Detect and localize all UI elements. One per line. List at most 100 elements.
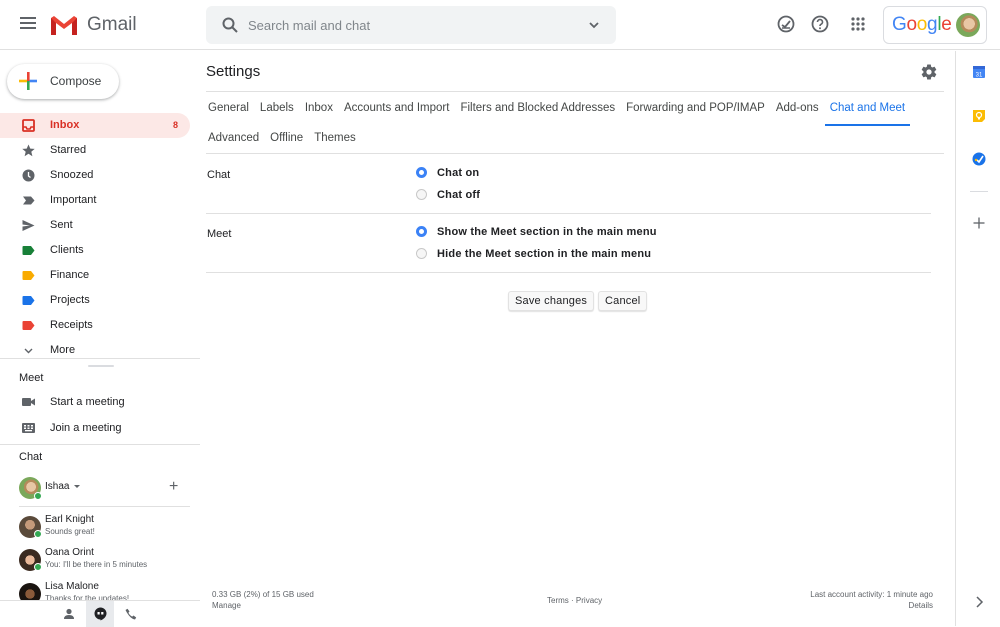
divider	[970, 191, 988, 192]
gmail-m-icon	[51, 15, 77, 35]
calendar-icon[interactable]: 31	[972, 65, 986, 79]
terms-link[interactable]: Terms	[547, 596, 569, 605]
tab-contacts[interactable]	[55, 601, 83, 627]
video-icon	[22, 398, 35, 406]
tab-conversations[interactable]	[86, 601, 114, 627]
search-bar[interactable]	[206, 6, 616, 44]
online-status-icon	[34, 492, 42, 500]
chat-contact[interactable]: Oana Orint You: I'll be there in 5 minut…	[19, 546, 199, 580]
chat-on-label[interactable]: Chat on	[437, 167, 479, 179]
chat-on-radio[interactable]	[416, 167, 427, 178]
tab-general[interactable]: General	[206, 93, 251, 123]
status-dropdown-icon[interactable]	[74, 485, 80, 488]
contact-name: Lisa Malone	[45, 581, 99, 592]
tab-labels[interactable]: Labels	[258, 93, 296, 123]
sidebar-item-receipts[interactable]: Receipts	[0, 313, 190, 338]
tab-themes[interactable]: Themes	[312, 123, 358, 153]
new-chat-plus-icon[interactable]: +	[169, 478, 178, 496]
label-icon	[22, 246, 35, 255]
online-status-icon	[34, 563, 42, 571]
compose-button[interactable]: Compose	[7, 64, 119, 99]
sidebar-item-sent[interactable]: Sent	[0, 213, 190, 238]
gear-icon[interactable]	[920, 63, 938, 81]
keep-icon[interactable]	[972, 109, 986, 123]
nav-label: Starred	[50, 144, 87, 156]
save-changes-button[interactable]: Save changes	[508, 291, 595, 311]
status-icon[interactable]	[776, 14, 796, 34]
search-icon[interactable]	[221, 16, 239, 34]
sidebar-item-finance[interactable]: Finance	[0, 263, 190, 288]
tab-forwarding-and-pop-imap[interactable]: Forwarding and POP/IMAP	[624, 93, 767, 123]
manage-storage-link[interactable]: Manage	[212, 600, 314, 611]
settings-panel: Settings General Labels Inbox Accounts a…	[206, 51, 944, 626]
help-icon[interactable]	[810, 14, 830, 34]
cancel-button[interactable]: Cancel	[598, 291, 648, 311]
phone-icon	[125, 608, 137, 620]
resize-handle[interactable]	[88, 365, 114, 367]
tab-advanced[interactable]: Advanced	[206, 123, 261, 153]
privacy-link[interactable]: Privacy	[576, 596, 602, 605]
sidebar-item-snoozed[interactable]: Snoozed	[0, 163, 190, 188]
nav-label: Inbox	[50, 119, 80, 131]
keyboard-icon	[22, 423, 35, 433]
tab-accounts-and-import[interactable]: Accounts and Import	[342, 93, 451, 123]
tasks-icon[interactable]	[972, 152, 986, 166]
add-addon-icon[interactable]	[972, 216, 986, 230]
show-meet-label[interactable]: Show the Meet section in the main menu	[437, 226, 657, 238]
meet-setting-label: Meet	[207, 228, 232, 240]
apps-icon[interactable]	[848, 14, 868, 34]
expand-panel-icon[interactable]	[972, 595, 986, 609]
tab-offline[interactable]: Offline	[268, 123, 305, 153]
contact-avatar	[19, 583, 41, 600]
contact-message: Sounds great!	[45, 527, 95, 536]
tab-calls[interactable]	[117, 601, 145, 627]
hangouts-icon	[94, 607, 106, 621]
person-icon	[64, 608, 74, 619]
hide-meet-label[interactable]: Hide the Meet section in the main menu	[437, 248, 651, 260]
divider	[206, 91, 944, 92]
sidebar-item-inbox[interactable]: Inbox 8	[0, 113, 190, 138]
join-meeting-item[interactable]: Join a meeting	[0, 416, 200, 441]
nav-label: Sent	[50, 219, 73, 231]
tab-chat-and-meet[interactable]: Chat and Meet	[824, 93, 911, 126]
tab-inbox[interactable]: Inbox	[303, 93, 335, 123]
start-meeting-item[interactable]: Start a meeting	[0, 390, 200, 415]
search-options-icon[interactable]	[588, 19, 600, 31]
top-bar: Gmail Google	[0, 0, 1000, 50]
star-icon	[22, 144, 35, 157]
chat-self-status[interactable]: Ishaa +	[19, 476, 199, 500]
search-input[interactable]	[248, 6, 568, 44]
show-meet-radio[interactable]	[416, 226, 427, 237]
chat-tabs	[0, 600, 200, 627]
chat-setting-label: Chat	[207, 169, 231, 181]
mail-nav: Inbox 8 Starred Snoozed Important Sent C…	[0, 113, 200, 363]
sidebar: Compose Inbox 8 Starred Snoozed Importan…	[0, 51, 200, 627]
chat-contact[interactable]: Lisa Malone Thanks for the updates!	[19, 580, 199, 600]
hide-meet-radio[interactable]	[416, 248, 427, 259]
google-account-button[interactable]: Google	[883, 6, 987, 44]
divider	[206, 272, 931, 273]
sidebar-item-clients[interactable]: Clients	[0, 238, 190, 263]
online-status-icon	[34, 530, 42, 538]
calendar-day: 31	[976, 73, 983, 79]
nav-label: Important	[50, 194, 97, 206]
tab-filters-and-blocked-addresses[interactable]: Filters and Blocked Addresses	[458, 93, 617, 123]
sidebar-item-more[interactable]: More	[0, 338, 190, 363]
sidebar-item-important[interactable]: Important	[0, 188, 190, 213]
last-activity: Last account activity: 1 minute ago	[810, 590, 933, 599]
meet-label: Start a meeting	[50, 396, 125, 408]
divider	[0, 358, 200, 359]
chat-contact[interactable]: Earl Knight Sounds great!	[19, 513, 199, 547]
plus-icon	[19, 72, 37, 90]
sidebar-item-starred[interactable]: Starred	[0, 138, 190, 163]
tab-add-ons[interactable]: Add-ons	[774, 93, 821, 123]
divider	[0, 444, 200, 445]
gmail-logo[interactable]: Gmail	[50, 14, 137, 36]
nav-label: Snoozed	[50, 169, 94, 181]
sidebar-item-projects[interactable]: Projects	[0, 288, 190, 313]
account-avatar[interactable]	[956, 13, 980, 37]
chat-off-radio[interactable]	[416, 189, 427, 200]
menu-icon[interactable]	[20, 17, 36, 31]
details-link[interactable]: Details	[810, 600, 933, 611]
chat-off-label[interactable]: Chat off	[437, 189, 480, 201]
